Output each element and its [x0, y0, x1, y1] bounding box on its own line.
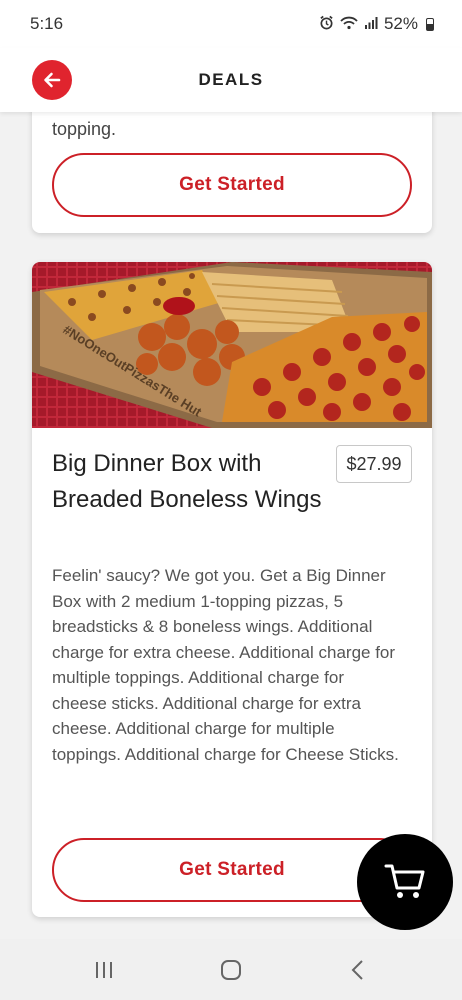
status-icons: 52% — [319, 14, 434, 34]
deal-description: Feelin' saucy? We got you. Get a Big Din… — [52, 566, 399, 764]
deal-card: #NoOneOutPizzasThe Hut Big Dinner Box wi… — [32, 262, 432, 917]
cart-button[interactable] — [357, 834, 453, 930]
system-nav-bar — [0, 939, 462, 1000]
recent-apps-icon — [95, 961, 112, 978]
alarm-icon — [319, 15, 334, 33]
product-image: #NoOneOutPizzasThe Hut — [32, 262, 432, 428]
back-button[interactable] — [32, 60, 72, 100]
deal-title: Big Dinner Box with Breaded Boneless Win… — [52, 450, 322, 513]
battery-icon — [426, 17, 434, 31]
home-button[interactable] — [201, 950, 261, 990]
status-bar: 5:16 52% — [0, 0, 462, 48]
status-time: 5:16 — [30, 14, 64, 33]
deal-description: topping. — [52, 119, 117, 139]
nav-back-button[interactable] — [328, 950, 388, 990]
back-icon — [351, 959, 364, 980]
arrow-left-icon — [44, 72, 61, 88]
battery-percent: 52% — [383, 14, 418, 33]
signal-icon — [364, 16, 378, 33]
get-started-button[interactable]: Get Started — [52, 153, 412, 217]
recent-apps-button[interactable] — [74, 950, 134, 990]
home-icon — [220, 959, 241, 980]
cart-icon — [384, 864, 425, 898]
wifi-icon — [340, 16, 358, 33]
deal-card-previous: topping. Get Started — [32, 112, 432, 233]
price-badge: $27.99 — [336, 445, 412, 483]
deals-list[interactable]: topping. Get Started #NoOneOutPizzasThe … — [0, 112, 462, 939]
page-title: DEALS — [198, 70, 264, 89]
app-header: DEALS — [0, 48, 462, 112]
